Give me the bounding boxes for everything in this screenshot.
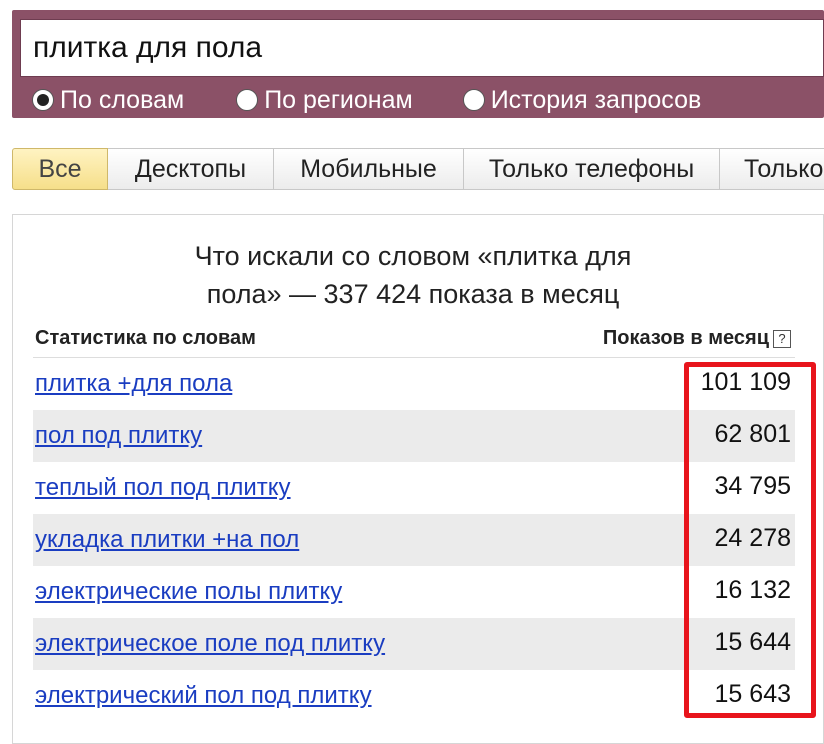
radio-button-checked[interactable] [32, 89, 54, 111]
column-header-impressions-label: Показов в месяц [602, 327, 769, 349]
phrase-link[interactable]: электрический пол под плитку [35, 682, 372, 710]
table-row: пол под плитку 62 801 [33, 410, 795, 462]
table-row: теплый пол под плитку 34 795 [33, 462, 795, 514]
tab-phones-only[interactable]: Только телефоны [464, 148, 720, 190]
tab-only-more[interactable]: Только [720, 148, 824, 190]
tab-desktops[interactable]: Десктопы [108, 148, 274, 190]
column-header-impressions: Показов в месяц ? [603, 327, 791, 350]
impressions-count: 16 132 [714, 576, 791, 604]
table-row: электрическое поле под плитку 15 644 [33, 618, 795, 670]
tab-mobile[interactable]: Мобильные [274, 148, 464, 190]
search-mode-options: По словам По регионам История запросов [32, 86, 751, 114]
phrase-link[interactable]: плитка +для пола [35, 370, 232, 398]
panel-title: Что искали со словом «плитка для пола» —… [13, 237, 813, 313]
panel-title-line-1: Что искали со словом «плитка для [194, 241, 632, 271]
search-header: По словам По регионам История запросов [12, 10, 824, 118]
device-tabs: Все Десктопы Мобильные Только телефоны Т… [12, 148, 824, 190]
column-header-words: Статистика по словам [35, 327, 256, 349]
table-row: электрические полы плитку 16 132 [33, 566, 795, 618]
radio-by-words[interactable]: По словам [32, 86, 184, 115]
radio-label: По регионам [264, 85, 413, 114]
column-headers: Статистика по словам Показов в месяц ? [35, 323, 791, 353]
table-row: укладка плитки +на пол 24 278 [33, 514, 795, 566]
radio-label: По словам [60, 85, 185, 114]
impressions-count: 15 643 [714, 680, 791, 708]
radio-button[interactable] [462, 89, 485, 111]
panel-title-line-2: пола» — 337 424 показа в месяц [206, 279, 620, 309]
impressions-count: 15 644 [714, 628, 791, 656]
phrase-link[interactable]: укладка плитки +на пол [35, 526, 299, 554]
radio-label: История запросов [490, 85, 702, 114]
radio-query-history[interactable]: История запросов [462, 85, 702, 115]
help-icon[interactable]: ? [773, 329, 791, 348]
impressions-count: 34 795 [714, 472, 791, 500]
phrase-link[interactable]: электрические полы плитку [35, 578, 342, 606]
search-input[interactable] [20, 19, 824, 77]
phrase-link[interactable]: теплый пол под плитку [35, 474, 291, 502]
table-row: электрический пол под плитку 15 643 [33, 670, 795, 722]
tab-all[interactable]: Все [12, 148, 108, 190]
results-panel: Что искали со словом «плитка для пола» —… [12, 214, 824, 744]
impressions-count: 101 109 [700, 368, 791, 396]
phrase-link[interactable]: пол под плитку [35, 422, 202, 450]
impressions-count: 62 801 [714, 420, 791, 448]
results-list: плитка +для пола 101 109 пол под плитку … [33, 358, 795, 722]
radio-button[interactable] [236, 89, 259, 111]
phrase-link[interactable]: электрическое поле под плитку [35, 630, 385, 658]
table-row: плитка +для пола 101 109 [33, 358, 795, 410]
radio-by-regions[interactable]: По регионам [236, 86, 413, 115]
impressions-count: 24 278 [714, 524, 791, 552]
